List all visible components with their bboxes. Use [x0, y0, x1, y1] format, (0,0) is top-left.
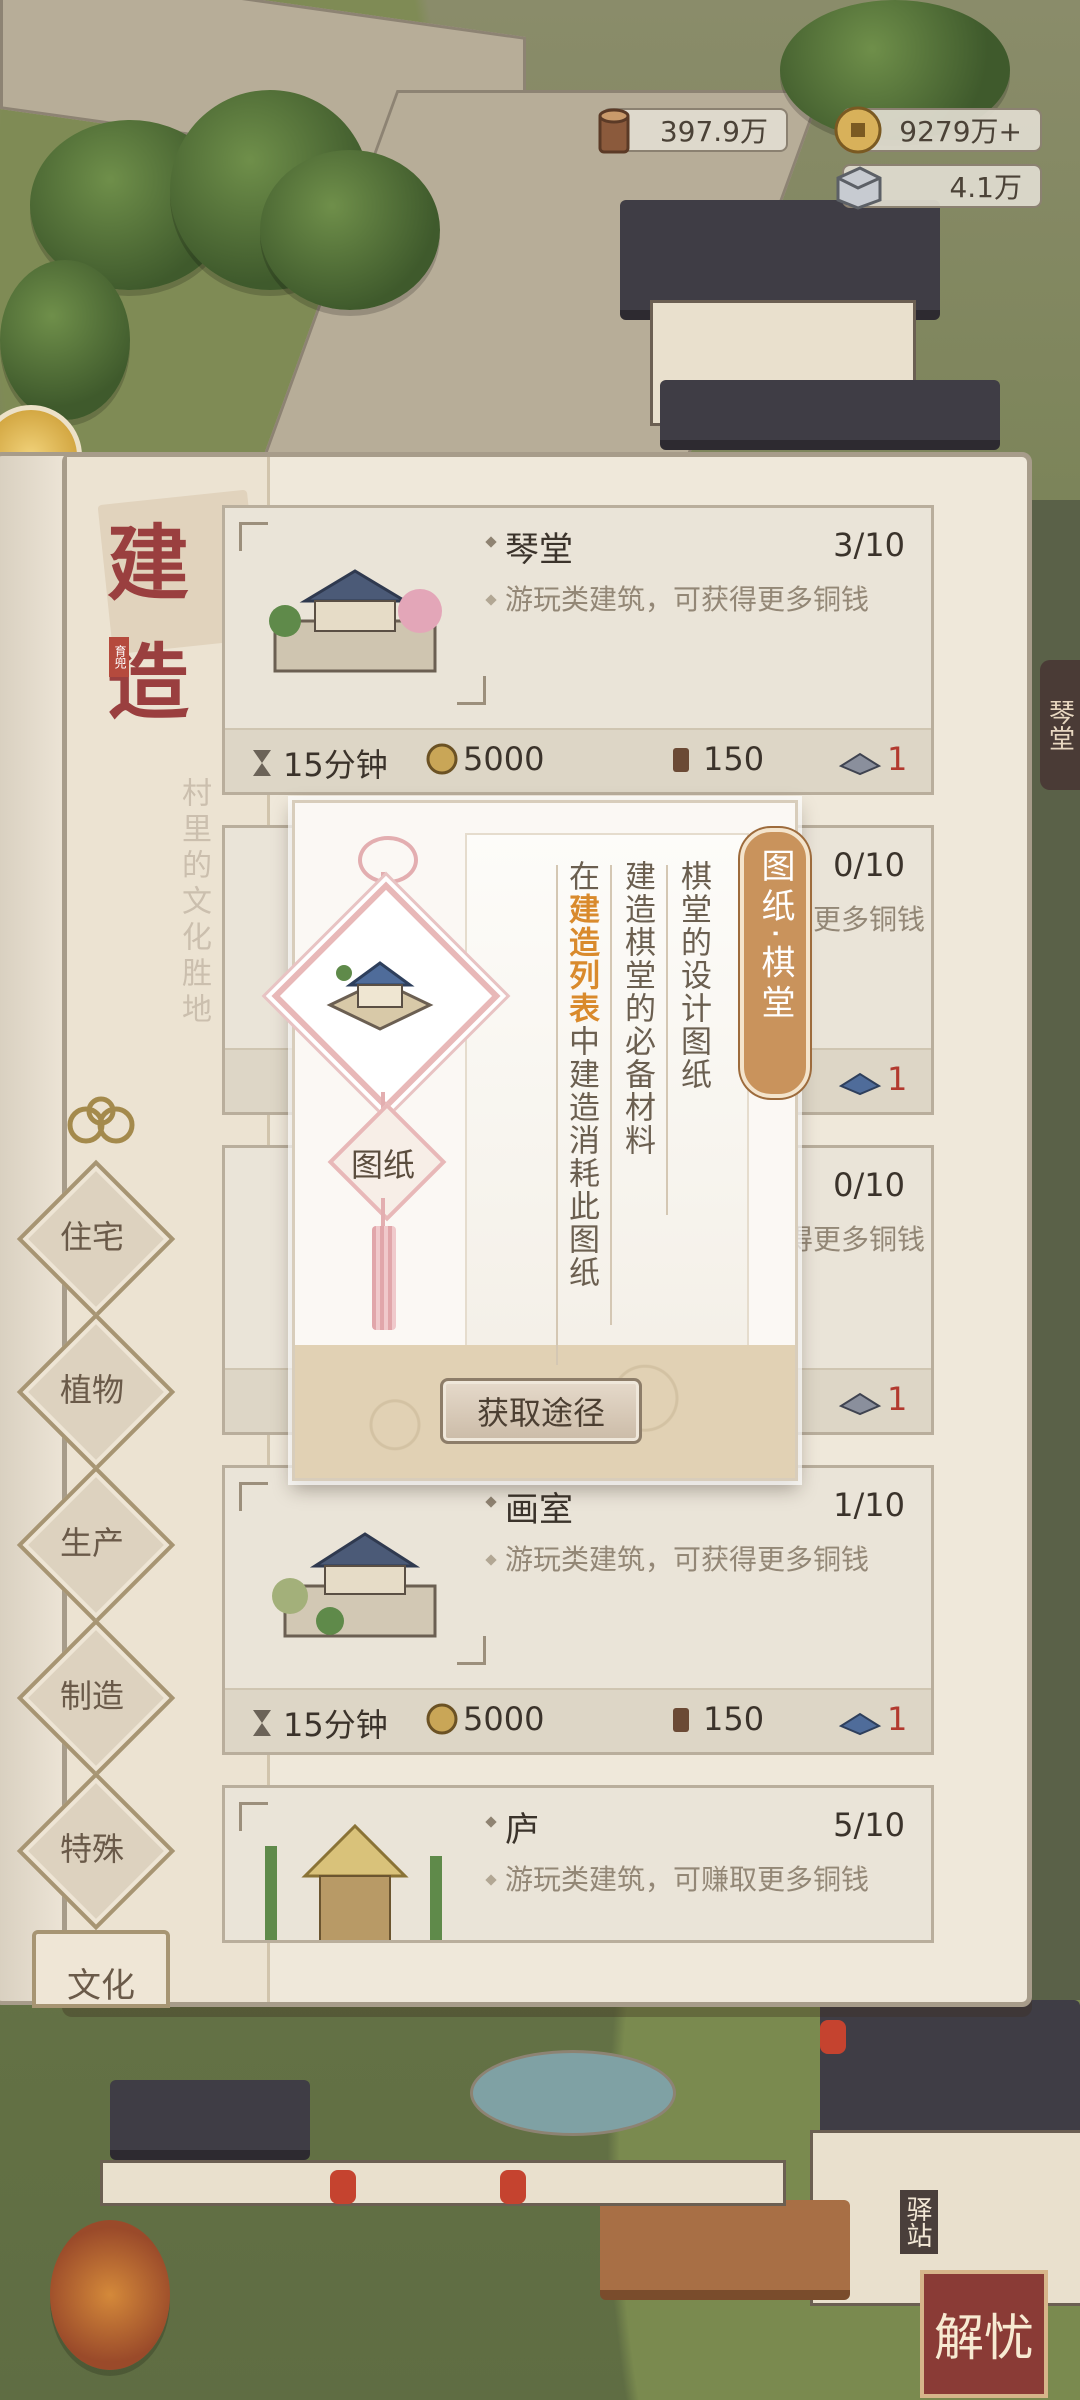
- tassel: [372, 1226, 396, 1330]
- category-plants[interactable]: 植物: [16, 1312, 176, 1472]
- station-sign: 驿站: [900, 2190, 938, 2254]
- blueprint-icon: [838, 1072, 882, 1096]
- category-residence[interactable]: 住宅: [16, 1159, 176, 1319]
- right-side-tab[interactable]: 琴堂: [1040, 660, 1080, 790]
- cost-wood: 150: [665, 1700, 764, 1738]
- building-desc: 游玩类建筑，可赚取更多铜钱: [505, 1864, 905, 1896]
- stone-block-icon: [836, 166, 882, 210]
- blueprint-item-label: 图纸: [350, 1146, 415, 1184]
- building-desc: 游玩类建筑，可获得更多铜钱: [505, 1544, 905, 1576]
- lantern: [500, 2170, 526, 2204]
- pavilion-roof: [660, 380, 1000, 450]
- stone-value: 4.1万: [949, 171, 1022, 204]
- huashi-thumbnail: [272, 1532, 437, 1638]
- building-name: 画室: [505, 1482, 573, 1531]
- building-desc: 游玩类建筑，可获得更多铜钱: [785, 1224, 925, 1256]
- building-name: 庐: [505, 1802, 539, 1851]
- description-line-3: 在建造列表中建造消耗此图纸: [563, 860, 599, 1289]
- copper-coin-icon: [426, 1703, 458, 1735]
- building-count: 0/10: [833, 1166, 905, 1204]
- description-line-2: 建造棋堂的必备材料: [619, 860, 655, 1157]
- cost-time: 15分钟: [245, 1700, 388, 1746]
- copper-value: 9279万+: [899, 115, 1022, 148]
- category-special[interactable]: 特殊: [16, 1771, 176, 1931]
- copper-coin-icon: [426, 743, 458, 775]
- cost-blueprint: 1: [837, 1380, 907, 1418]
- qitang-building-icon: [326, 961, 434, 1031]
- cost-row: 15分钟 5000 150 1: [225, 728, 931, 792]
- get-source-button[interactable]: 获取途径: [440, 1378, 642, 1444]
- title-seal: 育兜: [109, 637, 129, 677]
- building-count: 3/10: [833, 526, 905, 564]
- cost-blueprint: 1: [837, 1700, 907, 1738]
- gate-roof: [110, 2080, 310, 2160]
- hourglass-icon: [253, 1710, 271, 1736]
- copper-coin-icon: [834, 106, 882, 154]
- blueprint-icon: [838, 1392, 882, 1416]
- description-line-1: 棋堂的设计图纸: [675, 860, 711, 1091]
- house-roof: [820, 2000, 1080, 2150]
- pond: [470, 2050, 676, 2136]
- lantern: [330, 2170, 356, 2204]
- cost-blueprint: 1: [837, 740, 907, 778]
- category-culture[interactable]: 文化: [32, 1930, 170, 2008]
- lantern: [820, 2020, 846, 2054]
- build-list-link: 建造列表: [563, 893, 599, 1025]
- building-count: 0/10: [833, 846, 905, 884]
- cost-coins: 5000: [425, 1700, 544, 1738]
- category-manufacture[interactable]: 制造: [16, 1618, 176, 1778]
- blueprint-icon: [838, 752, 882, 776]
- knot-bow: [358, 836, 418, 884]
- orange-tree: [50, 2220, 170, 2370]
- hourglass-icon: [253, 750, 271, 776]
- panel-subtitle: 村里的文化胜地: [176, 777, 211, 1029]
- building-count: 5/10: [833, 1806, 905, 1844]
- jieyou-button[interactable]: 解忧: [920, 2270, 1048, 2398]
- blueprint-title-tag: 图纸·棋堂: [740, 828, 810, 1098]
- wood-resource[interactable]: 397.9万: [598, 108, 788, 154]
- cost-time: 15分钟: [245, 740, 388, 786]
- category-production[interactable]: 生产: [16, 1465, 176, 1625]
- pine-tree: [260, 150, 440, 310]
- stone-resource[interactable]: 4.1万: [836, 164, 1042, 210]
- building-card-qintang[interactable]: 琴堂 3/10 游玩类建筑，可获得更多铜钱 15分钟 5000 150 1: [222, 505, 934, 795]
- chinese-knot-icon: [67, 1096, 135, 1144]
- house-roof: [600, 2200, 850, 2300]
- cost-row: 15分钟 5000 150 1: [225, 1688, 931, 1752]
- lu-thumbnail: [265, 1823, 442, 1940]
- blueprint-icon: [838, 1712, 882, 1736]
- building-card-lu[interactable]: 庐 5/10 游玩类建筑，可赚取更多铜钱: [222, 1785, 934, 1943]
- courtyard-wall: [100, 2160, 786, 2206]
- qintang-thumbnail: [269, 569, 442, 673]
- copper-resource[interactable]: 9279万+: [834, 106, 1042, 154]
- pine-tree: [0, 260, 130, 420]
- building-name: 琴堂: [505, 522, 573, 571]
- wood-value: 397.9万: [659, 115, 768, 148]
- building-desc: 游玩类建筑，可获得更多铜钱: [505, 584, 905, 616]
- wood-log-icon: [598, 108, 630, 154]
- cost-coins: 5000: [425, 740, 544, 778]
- building-card-huashi[interactable]: 画室 1/10 游玩类建筑，可获得更多铜钱 15分钟 5000 150 1: [222, 1465, 934, 1755]
- wood-log-icon: [673, 748, 689, 772]
- building-count: 1/10: [833, 1486, 905, 1524]
- wood-log-icon: [673, 1708, 689, 1732]
- cost-wood: 150: [665, 740, 764, 778]
- cost-blueprint: 1: [837, 1060, 907, 1098]
